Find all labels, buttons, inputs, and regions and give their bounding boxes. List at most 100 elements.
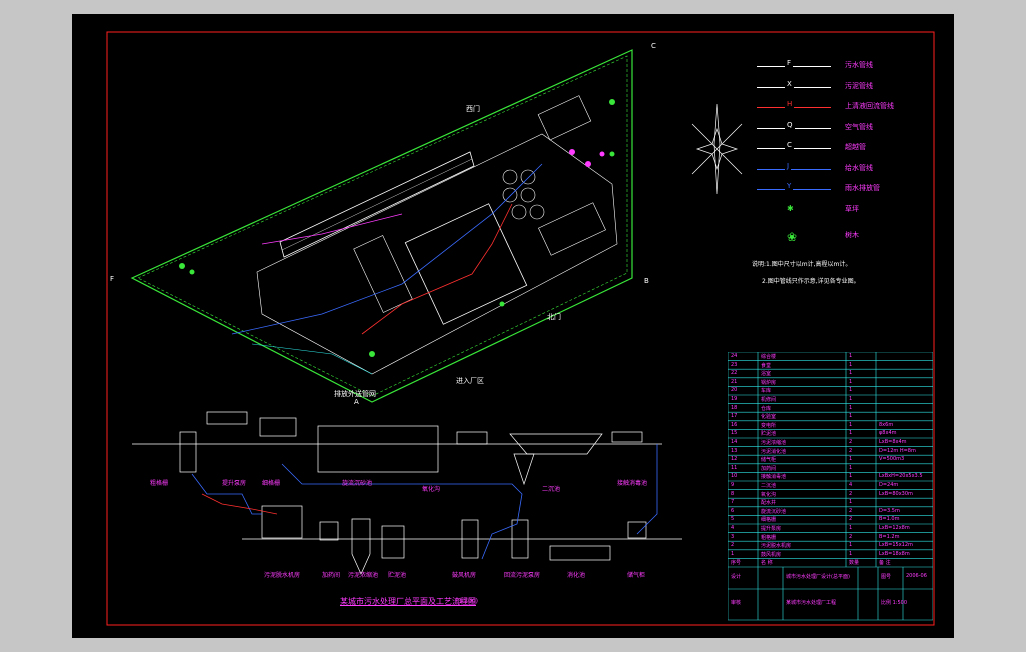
table-cell: LxB=18x8m: [879, 550, 910, 557]
table-cell: 1: [849, 421, 853, 428]
pipe-magenta: [261, 213, 403, 245]
corner-f: F: [110, 275, 115, 283]
table-cell: 氧化沟: [761, 491, 777, 498]
process-label: 回流污泥泵房: [504, 572, 541, 579]
process-label: 污泥脱水机房: [264, 572, 301, 579]
table-cell: 变电所: [761, 422, 777, 429]
table-cell: 细格栅: [761, 517, 777, 524]
table-cell: V=500m3: [879, 456, 905, 463]
table-cell: 鼓风机房: [761, 551, 782, 558]
table-cell: 21: [731, 378, 738, 385]
equipment-table: 24 综合楼 1 23 食堂 1 22 浴室 1 21 锅炉房 1 20 车库 1 19 机修间 1 18 仓库 1 17…: [728, 352, 933, 622]
legend-line: [757, 168, 831, 170]
legend-code: H: [785, 100, 795, 108]
table-cell: 仓库: [761, 405, 772, 412]
process-label: 消化池: [567, 572, 586, 579]
table-cell: 污泥脱水机房: [761, 543, 792, 550]
table-cell: D=24m: [879, 482, 899, 488]
table-cell: 旋流沉砂池: [761, 508, 787, 515]
clarifiers: [502, 169, 545, 220]
legend-symbol-label: 草坪: [845, 205, 859, 213]
table-cell: 23: [731, 361, 738, 368]
gate-bottom-label: 北门: [547, 313, 561, 321]
legend-label: 给水管线: [845, 163, 873, 172]
table-cell: LxB=80x30m: [879, 490, 913, 497]
table-cell: 10: [731, 473, 738, 480]
table-cell: 机修间: [761, 397, 777, 403]
table-cell: LxB=12x8m: [879, 525, 910, 531]
site-boundary-inner: [137, 55, 628, 397]
legend-label: 超越管: [845, 143, 866, 151]
table-cell: 20: [731, 387, 738, 394]
site-boundary: [130, 49, 633, 403]
title-block-cell: 比例 1:500: [881, 600, 907, 606]
table-cell: 化验室: [761, 414, 777, 421]
table-cell: 22: [731, 370, 738, 377]
table-cell: 二沉池: [761, 483, 777, 489]
gate-top-label: 西门: [466, 105, 480, 113]
table-cell: 2: [849, 447, 853, 454]
table-cell: 1: [849, 499, 853, 506]
process-label: 旋流沉砂池: [342, 480, 373, 487]
table-cell: 1: [849, 378, 853, 385]
table-cell: 3: [731, 533, 735, 540]
table-cell: 9: [731, 482, 735, 488]
process-label: 细格栅: [262, 480, 281, 487]
drawing-title-suffix: (1:500): [456, 598, 478, 605]
corner-a: A: [354, 398, 359, 406]
table-cell: 贮泥池: [761, 431, 777, 438]
table-cell: 污泥浓缩池: [761, 440, 787, 446]
table-cell: 食堂: [761, 362, 772, 369]
process-label: 接触消毒池: [617, 480, 648, 487]
table-cell: 数量: [849, 560, 860, 567]
trees-magenta: [569, 149, 605, 167]
legend-code: F: [785, 59, 794, 67]
table-cell: 1: [849, 550, 853, 557]
table-cell: 14: [731, 439, 738, 445]
table-cell: 2: [849, 533, 853, 540]
table-cell: 1: [849, 353, 853, 359]
table-cell: 1: [731, 550, 735, 557]
note-2: 2.图中管线只作示意,详见各专业图。: [762, 278, 860, 285]
table-cell: 2: [849, 439, 853, 445]
legend-line: [757, 189, 831, 190]
pipe-red: [361, 203, 513, 335]
process-label: 提升泵房: [222, 480, 247, 487]
legend-code: Y: [785, 182, 794, 190]
table-cell: φ8x4m: [879, 430, 897, 437]
title-block-cell: 设计: [731, 574, 742, 580]
note-1: 说明:1.图中尺寸以m计,高程以m计。: [752, 261, 852, 268]
process-label: 鼓风机房: [452, 572, 477, 579]
table-cell: 24: [731, 353, 738, 359]
table-grid: [728, 352, 933, 621]
legend-label: 空气管线: [845, 122, 873, 131]
table-cell: LxB=15x12m: [879, 542, 913, 549]
table-cell: D=3.5m: [879, 507, 900, 514]
title-block-cell: 审核: [731, 600, 742, 606]
table-cell: 综合楼: [761, 354, 777, 360]
table-cell: 13: [731, 447, 738, 454]
table-cell: 1: [849, 413, 853, 420]
process-label: 污泥浓缩池: [348, 572, 379, 579]
table-cell: 4: [731, 525, 735, 531]
table-cell: 7: [731, 499, 735, 506]
profile-tanks: [179, 411, 647, 575]
legend-line: [757, 86, 831, 88]
office-block: [537, 95, 592, 141]
drawing-canvas: F 污水管线 X 污泥管线 H 上清液回流管线 Q 空气管线 C 超越管 J 给水管线 Y 雨水排放管 ✱ 草…: [72, 14, 954, 638]
table-cell: 5: [731, 516, 735, 523]
table-cell: 2: [849, 507, 853, 514]
title-block-cell: 某城市污水处理厂工程: [786, 600, 837, 606]
table-cell: 1: [849, 361, 853, 368]
table-cell: 提升泵房: [761, 526, 782, 532]
corner-b: B: [644, 277, 649, 285]
table-cell: 浴室: [761, 371, 772, 378]
pipe-cyan: [251, 343, 373, 375]
table-cell: 1: [849, 387, 853, 394]
table-cell: D=12m H=8m: [879, 447, 916, 454]
oxidation-ditch-block: [279, 151, 475, 258]
title-block-cell: 城市污水处理厂设计(总平面): [786, 574, 850, 580]
table-cell: 2: [731, 542, 735, 549]
table-cell: 2: [849, 490, 853, 497]
table-cell: 1: [849, 430, 853, 437]
